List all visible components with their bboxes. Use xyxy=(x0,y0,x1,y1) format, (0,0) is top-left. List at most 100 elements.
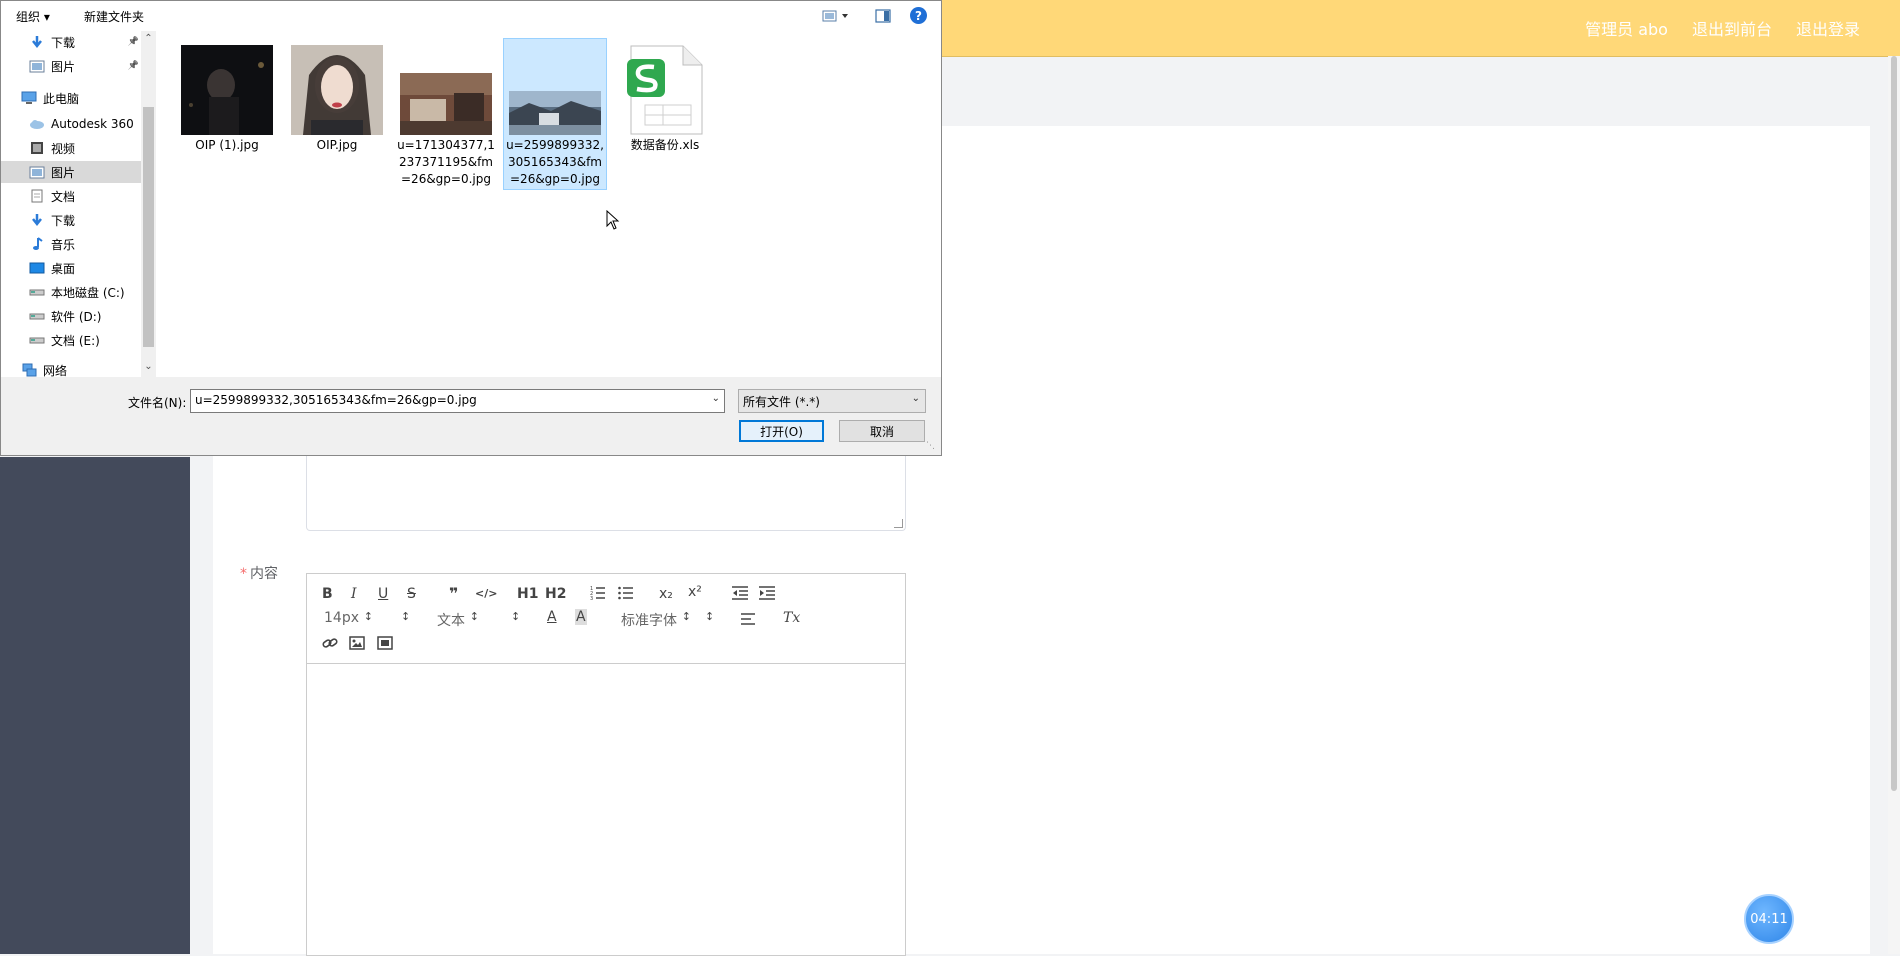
header-select[interactable]: 文本 xyxy=(437,610,479,630)
rich-text-editor: B I U S ❞ </> H1 H2 123 x₂ x² 14px ↕ 文本 … xyxy=(306,573,906,956)
h2-button[interactable]: H2 xyxy=(545,586,566,602)
nav-item[interactable]: Autodesk 360 xyxy=(1,113,141,135)
file-item-xls[interactable]: 数据备份.xls xyxy=(613,39,717,154)
video-icon[interactable] xyxy=(377,636,393,654)
exit-to-frontend-link[interactable]: 退出到前台 xyxy=(1692,16,1772,40)
nav-item[interactable]: 文档 (E:) xyxy=(1,329,141,351)
image-icon[interactable] xyxy=(349,636,365,654)
svg-text:3: 3 xyxy=(590,596,593,600)
background-color-button[interactable]: A xyxy=(575,609,587,625)
link-icon[interactable] xyxy=(322,636,338,654)
nav-item-label: 此电脑 xyxy=(43,91,80,106)
subscript-button[interactable]: x₂ xyxy=(659,586,673,602)
cancel-button[interactable]: 取消 xyxy=(839,420,925,442)
video-folder-icon xyxy=(29,141,45,155)
download-icon xyxy=(29,35,45,49)
image-thumbnail xyxy=(291,43,383,135)
nav-item-label: 下载 xyxy=(51,213,76,228)
nav-item-label: 视频 xyxy=(51,141,76,156)
nav-item[interactable]: 下载 xyxy=(1,209,141,231)
nav-item[interactable]: 本地磁盘 (C:) xyxy=(1,281,141,303)
file-item-image[interactable]: u=171304377,1 237371195&fm =26&gp=0.jpg xyxy=(394,39,498,188)
content-label-text: 内容 xyxy=(250,566,278,582)
nav-item-label: 本地磁盘 (C:) xyxy=(51,285,125,300)
nav-item[interactable]: 软件 (D:) xyxy=(1,305,141,327)
open-button[interactable]: 打开(O) xyxy=(739,420,824,442)
nav-item[interactable]: 图片 xyxy=(1,161,141,183)
nav-item[interactable]: 音乐 xyxy=(1,233,141,255)
new-folder-button[interactable]: 新建文件夹 xyxy=(84,8,144,25)
download-icon xyxy=(29,213,45,227)
resize-grip-icon[interactable] xyxy=(894,519,903,528)
file-type-select[interactable]: 所有文件 (*.*) ⌄ xyxy=(738,389,926,413)
code-block-button[interactable]: </> xyxy=(475,587,497,600)
logout-link[interactable]: 退出登录 xyxy=(1796,16,1860,40)
filename-input[interactable]: u=2599899332,305165343&fm=26&gp=0.jpg ⌄ xyxy=(190,389,725,413)
view-options-icon[interactable] xyxy=(822,9,852,26)
timer-badge[interactable]: 04:11 xyxy=(1744,894,1794,944)
file-item-image[interactable]: OIP (1).jpg xyxy=(175,39,279,154)
navigation-scrollbar-thumb[interactable] xyxy=(143,107,154,347)
font-family-select[interactable]: 标准字体 xyxy=(621,610,691,630)
page-scrollbar-thumb[interactable] xyxy=(1891,56,1897,791)
font-size-select[interactable]: 14px xyxy=(324,610,373,626)
superscript-button[interactable]: x² xyxy=(688,584,702,600)
underline-button[interactable]: U xyxy=(378,586,388,602)
nav-item[interactable]: 视频 xyxy=(1,137,141,159)
nav-item[interactable]: 图片 📌 xyxy=(1,55,141,77)
pictures-icon xyxy=(29,165,45,179)
preview-pane-icon[interactable] xyxy=(875,8,891,27)
nav-item[interactable]: 此电脑 xyxy=(1,87,141,109)
blockquote-button[interactable]: ❞ xyxy=(449,584,458,603)
outdent-icon[interactable] xyxy=(732,586,748,604)
navigation-pane: 下载 📌 图片 📌 此电脑 Autodesk 360 视频 图片 文档 下载 音乐 桌面 本地磁盘 (C… xyxy=(1,31,156,377)
admin-user-link[interactable]: 管理员 abo xyxy=(1585,16,1668,40)
image-thumbnail xyxy=(509,43,601,135)
nav-item[interactable]: 网络 xyxy=(1,359,141,377)
bullet-list-icon[interactable] xyxy=(618,586,634,604)
pin-icon: 📌 xyxy=(127,61,139,71)
file-name-line: =26&gp=0.jpg xyxy=(510,172,600,186)
page-scrollbar[interactable] xyxy=(1888,56,1900,954)
dialog-toolbar: 组织 ▾ 新建文件夹 ? xyxy=(1,1,941,31)
text-color-button[interactable]: A xyxy=(547,609,557,625)
header-links: 管理员 abo 退出到前台 退出登录 xyxy=(1585,0,1860,56)
nav-item[interactable]: 桌面 xyxy=(1,257,141,279)
align-icon[interactable] xyxy=(741,612,757,630)
file-name: OIP (1).jpg xyxy=(195,138,259,152)
nav-item-label: 图片 xyxy=(51,59,76,74)
indent-icon[interactable] xyxy=(759,586,775,604)
file-list-pane: OIP (1).jpg OIP.jpg u=171304377,1 237371195… xyxy=(157,31,941,377)
nav-item[interactable]: 下载 📌 xyxy=(1,31,141,53)
pictures-icon xyxy=(29,59,45,73)
file-name-line: =26&gp=0.jpg xyxy=(401,172,491,186)
navigation-scrollbar[interactable]: ⌃ ⌄ xyxy=(141,31,156,377)
file-open-dialog: 组织 ▾ 新建文件夹 ? 下载 📌 图片 📌 此电脑 Autodesk 360 视频 图片 文档… xyxy=(0,0,942,456)
file-item-image[interactable]: u=2599899332, 305165343&fm =26&gp=0.jpg xyxy=(503,38,607,190)
file-name-line: u=171304377,1 xyxy=(397,138,495,152)
h1-button[interactable]: H1 xyxy=(517,586,538,602)
file-type-select-value: 所有文件 (*.*) xyxy=(743,395,820,409)
file-name-line: 305165343&fm xyxy=(508,155,602,169)
strike-button[interactable]: S xyxy=(407,586,416,602)
pin-icon: 📌 xyxy=(127,37,139,47)
bold-button[interactable]: B xyxy=(322,586,333,602)
dialog-resize-grip-icon[interactable]: ⋱ xyxy=(926,441,935,451)
scroll-down-icon[interactable]: ⌄ xyxy=(141,361,156,372)
italic-button[interactable]: I xyxy=(351,586,357,602)
scroll-up-icon[interactable]: ⌃ xyxy=(141,33,156,44)
clean-format-button[interactable]: Tx xyxy=(783,610,800,626)
file-name-line: u=2599899332, xyxy=(506,138,604,152)
ordered-list-icon[interactable]: 123 xyxy=(590,586,606,604)
font-size-select-arrow-icon: ↕ xyxy=(401,610,411,623)
header-select-arrow-icon: ↕ xyxy=(511,610,521,623)
nav-item-label: 桌面 xyxy=(51,261,76,276)
nav-item-label: 软件 (D:) xyxy=(51,309,102,324)
help-icon[interactable]: ? xyxy=(910,7,927,24)
file-item-image[interactable]: OIP.jpg xyxy=(285,39,389,154)
file-name: 数据备份.xls xyxy=(630,138,700,152)
filename-label: 文件名(N): xyxy=(128,396,187,410)
nav-item[interactable]: 文档 xyxy=(1,185,141,207)
organize-button[interactable]: 组织 ▾ xyxy=(16,8,50,25)
chevron-down-icon[interactable]: ⌄ xyxy=(712,393,720,404)
